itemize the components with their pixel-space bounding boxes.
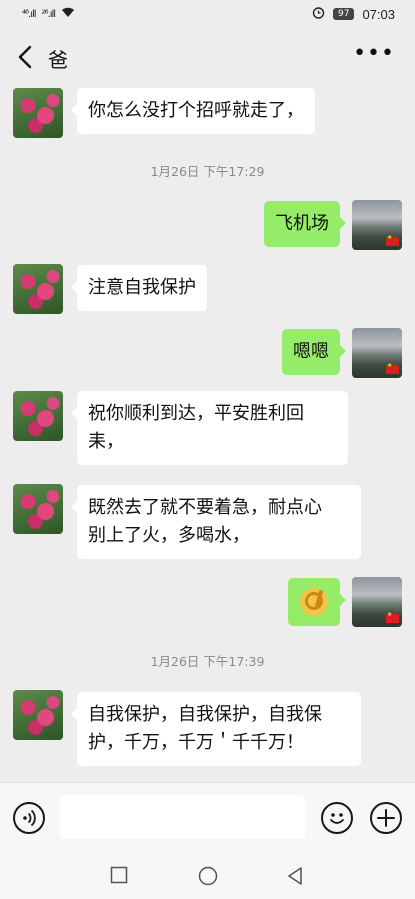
square-icon — [110, 866, 128, 884]
incoming-message[interactable]: 注意自我保护 — [71, 265, 207, 311]
plus-icon — [377, 809, 395, 827]
signal-icon-2: ²⁶.ıll — [41, 8, 56, 20]
incoming-message[interactable]: 你怎么没打个招呼就走了， — [71, 88, 315, 134]
contact-avatar[interactable] — [13, 88, 63, 138]
emoji-button[interactable] — [321, 802, 353, 834]
outgoing-message[interactable]: 飞机场 — [264, 201, 346, 247]
voice-button[interactable] — [13, 802, 45, 834]
flag-icon — [386, 611, 399, 623]
battery-icon: 97 — [333, 8, 355, 20]
my-avatar[interactable] — [352, 577, 402, 627]
system-navigation — [0, 852, 415, 899]
wifi-icon — [61, 7, 75, 21]
message-line: 祝你顺利到达，平安胜利回 — [88, 403, 304, 424]
my-avatar[interactable] — [352, 328, 402, 378]
timestamp: 1月26日 下午17:29 — [150, 164, 265, 179]
contact-avatar[interactable] — [13, 690, 63, 740]
flag-icon — [386, 234, 399, 246]
message-line: 耒， — [88, 431, 124, 452]
message-input[interactable] — [60, 795, 305, 839]
incoming-message[interactable]: 自我保护，自我保护，自我保 护，千万，千万＇千千万！ — [71, 692, 361, 766]
alarm-icon — [312, 6, 325, 22]
smiley-icon — [330, 813, 344, 824]
more-options-button[interactable]: ••• — [353, 42, 395, 66]
add-button[interactable] — [370, 802, 402, 834]
contact-avatar[interactable] — [13, 391, 63, 441]
chat-header: 爸 ••• — [0, 32, 415, 82]
home-button[interactable] — [198, 866, 218, 890]
chevron-left-icon — [18, 45, 32, 69]
status-bar: ⁴⁶.ıll ²⁶.ıll 97 07:03 — [0, 0, 415, 30]
flag-icon — [386, 362, 399, 374]
back-button[interactable] — [14, 42, 38, 72]
triangle-back-icon — [288, 867, 302, 885]
input-bar — [0, 782, 415, 852]
contact-avatar[interactable] — [13, 484, 63, 534]
circle-icon — [198, 866, 218, 886]
voice-icon — [23, 809, 36, 827]
message-line: 自我保护，自我保护，自我保 — [88, 704, 322, 725]
signal-icon: ⁴⁶.ıll — [22, 8, 36, 20]
incoming-message[interactable]: 既然去了就不要着急，耐点心 别上了火，多喝水， — [71, 485, 361, 559]
message-line: 既然去了就不要着急，耐点心 — [88, 497, 322, 518]
message-line: 别上了火，多喝水， — [88, 525, 250, 546]
recents-button[interactable] — [110, 866, 128, 888]
chat-title: 爸 — [48, 48, 68, 72]
contact-avatar[interactable] — [13, 264, 63, 314]
my-avatar[interactable] — [352, 200, 402, 250]
message-line: 护，千万，千万＇千千万！ — [88, 732, 304, 753]
outgoing-message[interactable]: 嗯嗯 — [282, 329, 346, 375]
incoming-message[interactable]: 祝你顺利到达，平安胜利回 耒， — [71, 391, 348, 465]
status-time: 07:03 — [362, 6, 395, 22]
timestamp: 1月26日 下午17:39 — [150, 654, 265, 669]
outgoing-emoji-message[interactable] — [288, 578, 346, 626]
ok-hand-icon — [300, 588, 328, 616]
back-nav-button[interactable] — [286, 866, 304, 890]
